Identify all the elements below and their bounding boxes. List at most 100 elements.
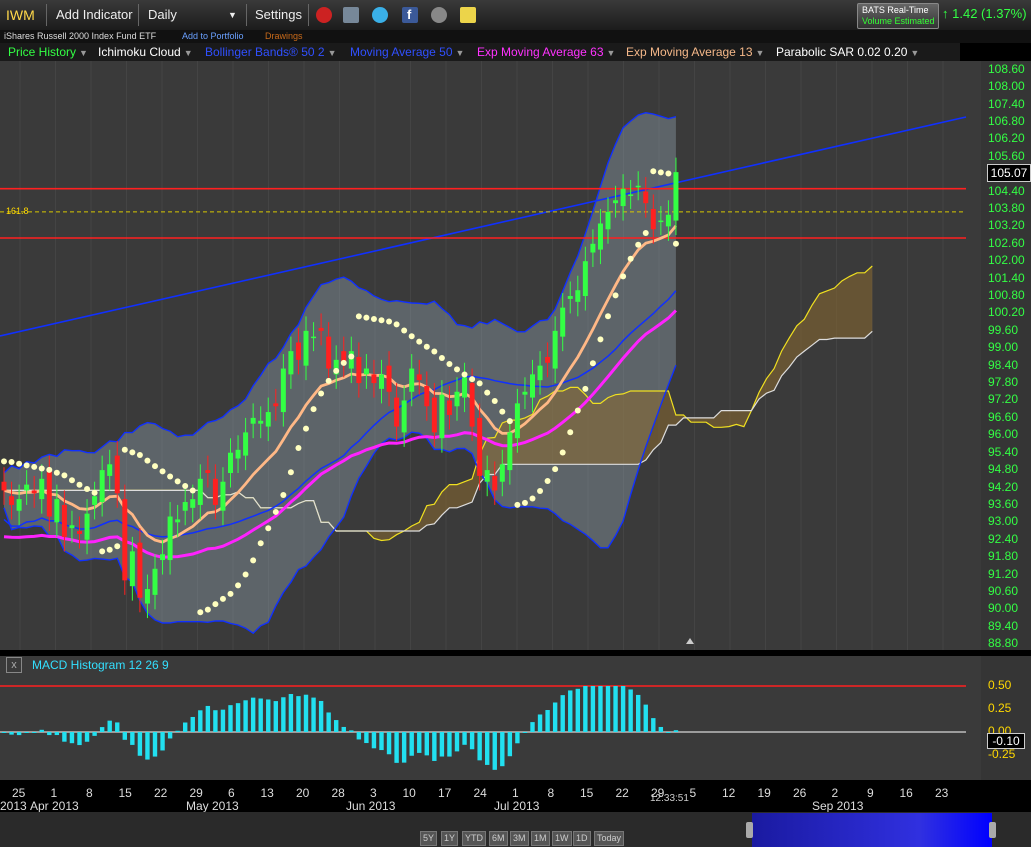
volume-estimated-label: Volume Estimated: [862, 16, 935, 26]
candle-body: [507, 432, 513, 471]
day-tick: 15: [580, 786, 594, 800]
macd-bar: [560, 695, 565, 732]
twitter-icon[interactable]: [372, 7, 388, 23]
zoom-ytd-button[interactable]: YTD: [462, 831, 486, 846]
candle-body: [439, 394, 445, 439]
chevron-down-icon: ▼: [79, 48, 88, 58]
stack-icon[interactable]: [343, 7, 359, 23]
sar-dot: [499, 408, 506, 415]
add-indicator-button[interactable]: Add Indicator: [56, 0, 133, 30]
macd-bar: [107, 720, 112, 732]
navigator-window[interactable]: [752, 813, 992, 847]
facebook-icon[interactable]: f: [402, 7, 418, 23]
candle-body: [597, 223, 603, 250]
day-tick: 24: [473, 786, 487, 800]
macd-bar: [590, 686, 596, 732]
sar-dot: [174, 478, 181, 485]
price-tick: 96.00: [988, 427, 1019, 442]
macd-bar: [243, 700, 248, 732]
candle-body: [620, 188, 626, 207]
zoom-6m-button[interactable]: 6M: [489, 831, 508, 846]
zoom-5y-button[interactable]: 5Y: [420, 831, 438, 846]
macd-bar: [552, 702, 558, 732]
sar-dot: [567, 429, 574, 436]
zoom-3m-button[interactable]: 3M: [510, 831, 529, 846]
notepad-icon[interactable]: [460, 7, 476, 23]
macd-bar: [394, 732, 399, 763]
add-to-portfolio-link[interactable]: Add to Portfolio: [182, 30, 244, 43]
candle-body: [356, 356, 362, 384]
sar-dot: [401, 327, 408, 334]
macd-bar: [424, 732, 429, 756]
month-label: Apr 2013: [30, 799, 79, 813]
macd-bar: [485, 732, 490, 765]
zoom-1d-button[interactable]: 1D: [573, 831, 591, 846]
price-tick: 104.40: [988, 183, 1025, 198]
navigator-right-handle[interactable]: [989, 822, 996, 838]
candle-body: [386, 365, 392, 392]
interval-dropdown[interactable]: Daily ▼: [148, 0, 240, 30]
sar-dot: [635, 241, 642, 248]
macd-bar: [515, 732, 520, 744]
sar-dot: [582, 385, 589, 392]
zoom-1y-button[interactable]: 1Y: [441, 831, 459, 846]
navigator-left-handle[interactable]: [746, 822, 753, 838]
sar-dot: [272, 508, 279, 515]
legend-item-6[interactable]: Parabolic SAR 0.02 0.20 ▼: [776, 45, 919, 59]
sar-dot: [461, 371, 468, 378]
macd-bar: [583, 686, 588, 732]
macd-bar: [281, 697, 286, 732]
sar-dot: [559, 449, 566, 456]
legend-item-1[interactable]: Ichimoku Cloud ▼: [98, 45, 193, 59]
up-arrow-icon: ↑: [942, 6, 949, 21]
symbol-field[interactable]: IWM: [6, 4, 35, 26]
sar-dot: [204, 606, 211, 613]
legend-item-2[interactable]: Bollinger Bands® 50 2 ▼: [205, 45, 337, 59]
macd-bar: [500, 732, 505, 767]
chevron-down-icon: ▼: [228, 10, 237, 20]
sar-dot: [31, 463, 38, 470]
day-tick: 8: [547, 786, 555, 800]
sar-dot: [197, 609, 204, 616]
sar-dot: [189, 487, 196, 494]
sar-dot: [121, 446, 128, 453]
macd-bar: [160, 732, 165, 751]
sar-dot: [257, 540, 264, 547]
legend-item-3[interactable]: Moving Average 50 ▼: [350, 45, 464, 59]
sar-dot: [386, 318, 393, 325]
legend-item-0[interactable]: Price History ▼: [8, 45, 88, 59]
price-tick: 97.80: [988, 375, 1019, 390]
day-tick: 12: [722, 786, 736, 800]
price-tick: 100.80: [988, 288, 1025, 303]
sar-dot: [363, 314, 370, 321]
sar-dot: [212, 601, 219, 608]
day-tick: 9: [867, 786, 874, 800]
sar-dot: [650, 168, 657, 175]
sar-dot: [61, 472, 68, 479]
sar-dot: [597, 336, 604, 343]
sar-dot: [469, 376, 476, 383]
macd-bar: [69, 732, 75, 744]
zoom-1m-button[interactable]: 1M: [531, 831, 550, 846]
close-icon[interactable]: x: [6, 657, 22, 673]
candle-body: [190, 499, 196, 508]
candle-body: [613, 200, 619, 204]
sub-bar: iShares Russell 2000 Index Fund ETF Add …: [0, 30, 1031, 43]
price-chart[interactable]: [0, 61, 1031, 650]
macd-bar: [545, 710, 550, 732]
macd-bar: [658, 726, 664, 732]
binoculars-icon[interactable]: [431, 7, 447, 23]
legend-item-5[interactable]: Exp Moving Average 13 ▼: [626, 45, 764, 59]
zoom-1w-button[interactable]: 1W: [552, 831, 572, 846]
zoom-today-button[interactable]: Today: [594, 831, 625, 846]
current-time: 12:33:51: [650, 793, 689, 804]
candle-body: [235, 449, 241, 459]
settings-button[interactable]: Settings: [255, 0, 302, 30]
legend-label: Exp Moving Average 63: [477, 45, 604, 59]
legend-item-4[interactable]: Exp Moving Average 63 ▼: [477, 45, 615, 59]
drawings-link[interactable]: Drawings: [265, 30, 303, 43]
day-tick: 3: [370, 786, 377, 800]
price-tick: 99.60: [988, 322, 1019, 337]
candle-body: [477, 417, 483, 476]
alarm-clock-icon[interactable]: [316, 7, 332, 23]
